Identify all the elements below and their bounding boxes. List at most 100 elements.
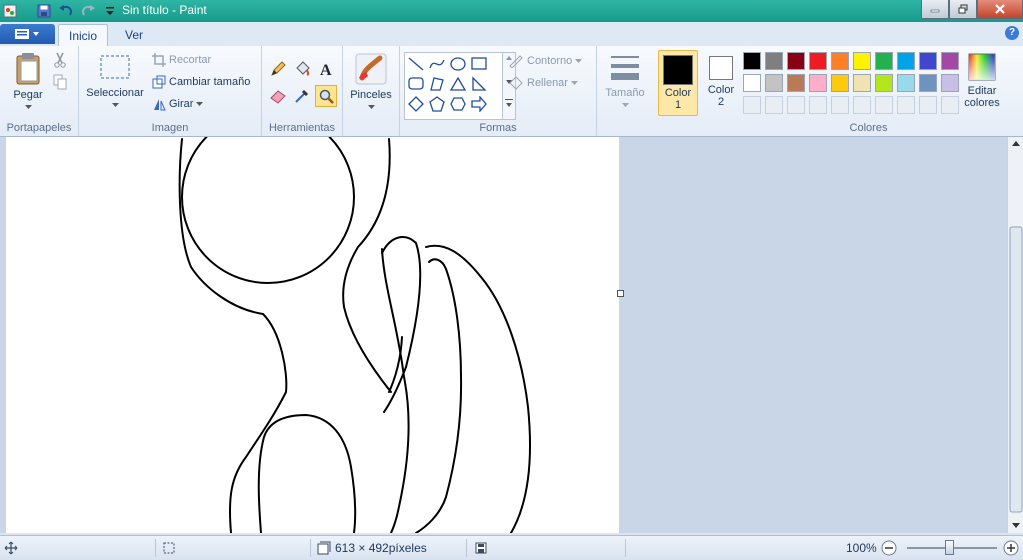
select-button[interactable]: Seleccionar: [83, 52, 147, 111]
palette-swatch[interactable]: [941, 52, 959, 70]
outline-icon: [509, 55, 523, 68]
selection-rectangle-icon: [100, 55, 130, 79]
brushes-button[interactable]: Pinceles: [349, 52, 393, 113]
palette-empty-slot[interactable]: [831, 96, 849, 114]
palette-swatch[interactable]: [897, 74, 915, 92]
drawing-canvas[interactable]: [6, 137, 619, 533]
pencil-icon: [271, 61, 286, 76]
zoom-level: 100%: [846, 541, 877, 555]
outline-button[interactable]: Contorno: [508, 54, 583, 68]
palette-swatch[interactable]: [875, 52, 893, 70]
canvas-resize-handle[interactable]: [617, 290, 624, 297]
palette-empty-slot[interactable]: [853, 96, 871, 114]
palette-empty-slot[interactable]: [809, 96, 827, 114]
pentagon-shape-icon[interactable]: [428, 95, 446, 113]
palette-swatch[interactable]: [765, 74, 783, 92]
oval-shape-icon[interactable]: [449, 55, 467, 73]
zoom-in-button[interactable]: [1003, 540, 1019, 556]
diamond-shape-icon[interactable]: [407, 95, 425, 113]
palette-swatch[interactable]: [765, 52, 783, 70]
vertical-scrollbar[interactable]: [1007, 137, 1023, 533]
status-bar: 613 × 492píxeles 100%: [0, 535, 1023, 560]
image-group-label: Imagen: [151, 122, 189, 134]
color-picker-tool[interactable]: [292, 86, 312, 106]
file-size-icon: [474, 541, 488, 555]
palette-empty-slot[interactable]: [765, 96, 783, 114]
crop-button[interactable]: Recortar: [152, 53, 211, 67]
curve-shape-icon[interactable]: [428, 55, 446, 73]
minimize-button[interactable]: [921, 0, 949, 19]
palette-swatch[interactable]: [809, 52, 827, 70]
canvas-workspace: [0, 137, 1007, 533]
palette-swatch[interactable]: [831, 52, 849, 70]
edit-colors-button[interactable]: Editar colores: [962, 52, 1002, 109]
hexagon-shape-icon[interactable]: [449, 95, 467, 113]
palette-swatch[interactable]: [941, 74, 959, 92]
brushes-group: Pinceles: [343, 46, 400, 136]
cursor-position-icon: [4, 541, 18, 555]
line-shape-icon[interactable]: [407, 55, 425, 73]
rotate-button[interactable]: Girar: [152, 97, 204, 111]
magnifier-tool[interactable]: [315, 85, 337, 107]
file-menu-button[interactable]: [0, 24, 55, 44]
palette-swatch[interactable]: [919, 52, 937, 70]
palette-swatch[interactable]: [809, 74, 827, 92]
tab-view[interactable]: Ver: [115, 24, 153, 46]
zoom-out-button[interactable]: [881, 540, 897, 556]
sketch-outer-body: [178, 138, 288, 533]
fill-button[interactable]: Rellenar: [508, 76, 578, 90]
sketch-wing-right-inner: [415, 258, 463, 533]
palette-swatch[interactable]: [919, 74, 937, 92]
right-triangle-shape-icon[interactable]: [470, 75, 488, 93]
color2-button[interactable]: Color 2: [701, 50, 741, 116]
help-icon[interactable]: ?: [1005, 26, 1019, 40]
paste-button[interactable]: Pegar: [8, 52, 48, 113]
arrow-shape-icon[interactable]: [470, 95, 488, 113]
rectangle-shape-icon[interactable]: [470, 55, 488, 73]
copy-button[interactable]: [53, 74, 67, 90]
restore-button[interactable]: [949, 0, 977, 19]
palette-empty-slot[interactable]: [875, 96, 893, 114]
palette-swatch[interactable]: [875, 74, 893, 92]
palette-swatch[interactable]: [787, 74, 805, 92]
tab-home[interactable]: Inicio: [58, 24, 109, 47]
close-button[interactable]: [977, 0, 1023, 19]
rounded-rectangle-shape-icon[interactable]: [407, 75, 425, 93]
sketch-inner-shape: [257, 414, 357, 533]
size-button[interactable]: Tamaño: [601, 54, 649, 111]
palette-swatch[interactable]: [831, 74, 849, 92]
crop-label: Recortar: [169, 54, 212, 66]
eraser-tool[interactable]: [268, 86, 288, 106]
color1-fill: [664, 56, 692, 84]
scissors-icon: [54, 52, 66, 68]
eraser-icon: [270, 90, 286, 104]
cut-button[interactable]: [53, 52, 67, 68]
undo-icon[interactable]: [58, 3, 74, 19]
line-width-icon: [611, 56, 639, 80]
text-tool[interactable]: A: [316, 59, 336, 79]
pencil-tool[interactable]: [268, 59, 288, 79]
palette-swatch[interactable]: [853, 74, 871, 92]
fill-tool[interactable]: [292, 59, 312, 79]
palette-swatch[interactable]: [853, 52, 871, 70]
palette-swatch[interactable]: [743, 52, 761, 70]
zoom-slider-thumb[interactable]: [945, 540, 954, 555]
redo-icon[interactable]: [80, 3, 96, 19]
select-dropdown-icon: [111, 103, 119, 107]
palette-empty-slot[interactable]: [919, 96, 937, 114]
palette-empty-slot[interactable]: [941, 96, 959, 114]
resize-button[interactable]: Cambiar tamaño: [152, 75, 250, 89]
customize-toolbar-dropdown-icon[interactable]: [102, 3, 118, 19]
palette-swatch[interactable]: [787, 52, 805, 70]
palette-empty-slot[interactable]: [787, 96, 805, 114]
polygon-shape-icon[interactable]: [428, 75, 446, 93]
palette-swatch[interactable]: [897, 52, 915, 70]
palette-empty-slot[interactable]: [897, 96, 915, 114]
paint-app-icon[interactable]: [2, 3, 18, 19]
triangle-shape-icon[interactable]: [449, 75, 467, 93]
palette-swatch[interactable]: [743, 74, 761, 92]
save-icon[interactable]: [36, 3, 52, 19]
palette-empty-slot[interactable]: [743, 96, 761, 114]
color1-button[interactable]: Color 1: [658, 50, 698, 116]
resize-label: Cambiar tamaño: [169, 76, 251, 88]
